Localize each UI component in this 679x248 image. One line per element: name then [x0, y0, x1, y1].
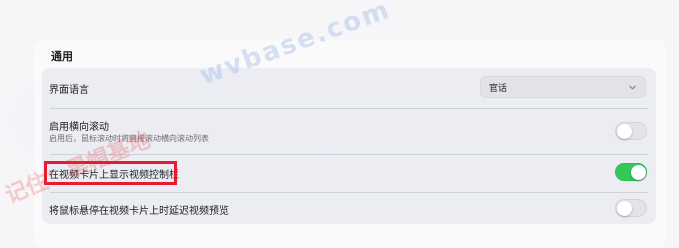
video-controls-toggle[interactable]: [615, 163, 647, 181]
row-divider: [50, 154, 648, 155]
section-title: 通用: [51, 50, 73, 63]
interface-language-value: 官话: [489, 84, 508, 94]
toggle-knob: [617, 201, 632, 216]
highlight-box: [44, 161, 177, 185]
horizontal-scroll-toggle[interactable]: [615, 122, 647, 140]
hover-delay-toggle[interactable]: [615, 199, 647, 217]
toggle-knob: [617, 124, 632, 139]
interface-language-label: 界面语言: [49, 85, 89, 96]
horizontal-scroll-label: 启用横向滚动: [49, 122, 109, 133]
row-divider: [50, 192, 648, 193]
row-divider: [50, 108, 648, 109]
horizontal-scroll-description: 启用后，鼠标滚动时将直接滚动横向滚动列表: [49, 134, 209, 143]
toggle-knob: [631, 165, 646, 180]
chevron-down-icon: [629, 85, 636, 90]
hover-delay-label: 将鼠标悬停在视频卡片上时延迟视频预览: [49, 206, 229, 217]
interface-language-select[interactable]: 官话: [480, 76, 646, 98]
